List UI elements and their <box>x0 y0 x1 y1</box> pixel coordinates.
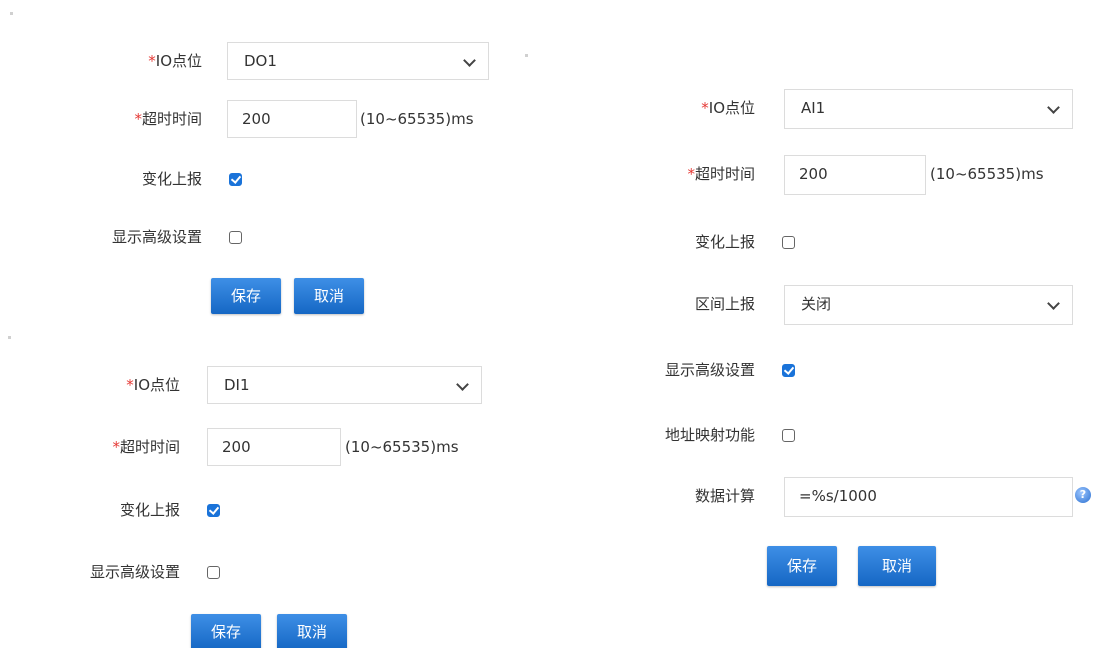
io-point-label: *IO点位 <box>701 99 755 117</box>
interval-report-value: 关闭 <box>801 295 832 313</box>
timeout-label: *超时时间 <box>134 110 202 128</box>
show-advanced-label: 显示高级设置 <box>111 228 202 246</box>
data-calc-label: 数据计算 <box>694 487 755 505</box>
save-button[interactable]: 保存 <box>767 546 837 586</box>
timeout-input[interactable]: 200 <box>207 428 341 466</box>
chevron-down-icon <box>456 378 469 391</box>
cancel-button[interactable]: 取消 <box>294 278 364 314</box>
save-button[interactable]: 保存 <box>191 614 261 648</box>
io-point-select[interactable]: AI1 <box>784 89 1073 129</box>
io-point-select[interactable]: DI1 <box>207 366 482 404</box>
cancel-button[interactable]: 取消 <box>277 614 347 648</box>
chevron-down-icon <box>1047 101 1060 114</box>
change-report-label: 变化上报 <box>694 233 755 251</box>
timeout-range-hint: (10~65535)ms <box>930 165 1044 183</box>
corner-mark <box>8 336 11 339</box>
io-point-value: AI1 <box>801 99 826 117</box>
interval-report-label: 区间上报 <box>694 295 755 313</box>
io-point-select[interactable]: DO1 <box>227 42 489 80</box>
data-calc-input[interactable]: =%s/1000 <box>784 477 1073 517</box>
show-advanced-checkbox[interactable] <box>207 566 220 579</box>
show-advanced-label: 显示高级设置 <box>89 563 180 581</box>
change-report-label: 变化上报 <box>141 170 202 188</box>
show-advanced-checkbox[interactable] <box>229 231 242 244</box>
io-point-label: *IO点位 <box>148 52 202 70</box>
timeout-range-hint: (10~65535)ms <box>360 110 474 128</box>
change-report-checkbox[interactable] <box>207 504 220 517</box>
chevron-down-icon <box>1047 297 1060 310</box>
chevron-down-icon <box>463 54 476 67</box>
timeout-range-hint: (10~65535)ms <box>345 438 459 456</box>
change-report-checkbox[interactable] <box>782 236 795 249</box>
timeout-input[interactable]: 200 <box>784 155 926 195</box>
timeout-label: *超时时间 <box>112 438 180 456</box>
io-point-value: DO1 <box>244 52 277 70</box>
show-advanced-label: 显示高级设置 <box>664 361 755 379</box>
address-mapping-checkbox[interactable] <box>782 429 795 442</box>
interval-report-select[interactable]: 关闭 <box>784 285 1073 325</box>
corner-mark <box>525 54 528 57</box>
timeout-input[interactable]: 200 <box>227 100 357 138</box>
change-report-label: 变化上报 <box>119 501 180 519</box>
address-mapping-label: 地址映射功能 <box>664 426 755 444</box>
show-advanced-checkbox[interactable] <box>782 364 795 377</box>
corner-mark <box>10 12 13 15</box>
help-icon[interactable]: ? <box>1075 487 1091 503</box>
io-point-label: *IO点位 <box>126 376 180 394</box>
cancel-button[interactable]: 取消 <box>858 546 936 586</box>
io-point-value: DI1 <box>224 376 250 394</box>
timeout-label: *超时时间 <box>687 165 755 183</box>
save-button[interactable]: 保存 <box>211 278 281 314</box>
change-report-checkbox[interactable] <box>229 173 242 186</box>
